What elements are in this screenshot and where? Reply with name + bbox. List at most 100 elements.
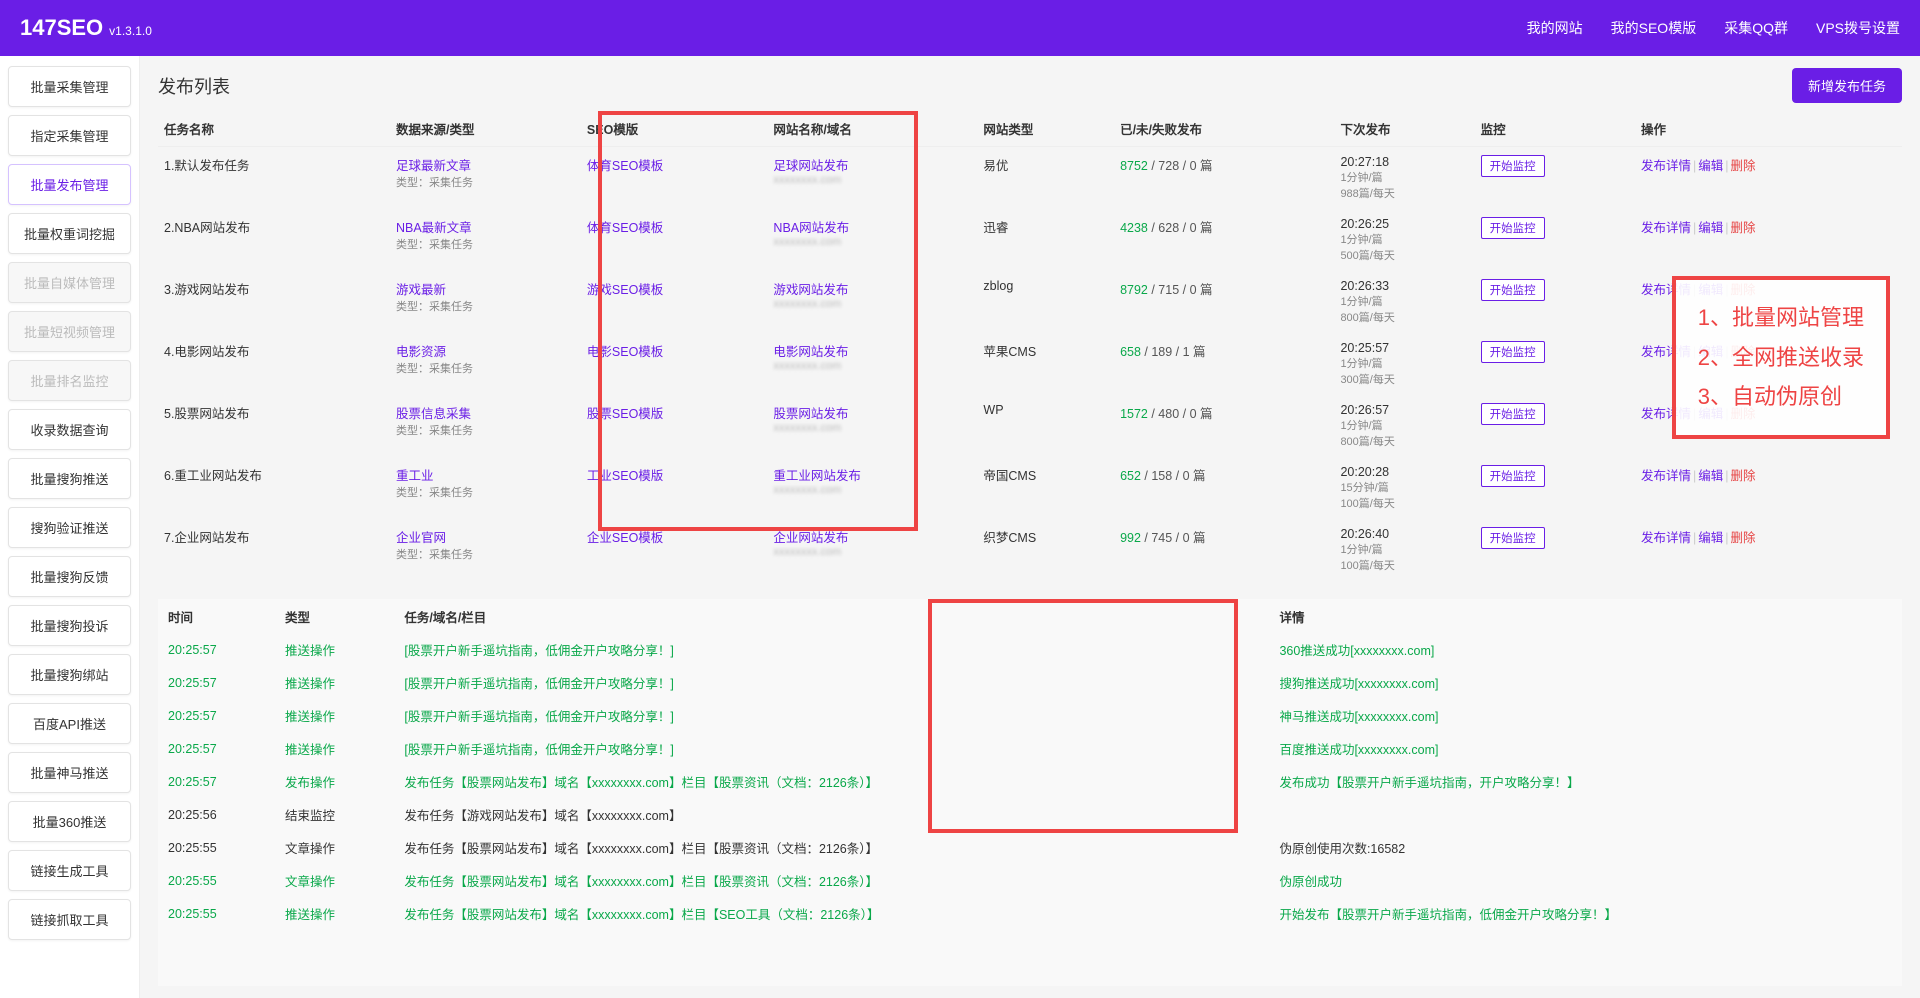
log-detail: 神马推送成功[xxxxxxxx.com] — [1271, 700, 1900, 731]
col-header: 网站类型 — [977, 111, 1114, 147]
detail-link[interactable]: 发布详情 — [1641, 531, 1691, 545]
delete-link[interactable]: 删除 — [1730, 469, 1755, 483]
sidebar-item-7[interactable]: 收录数据查询 — [8, 409, 131, 450]
source-link[interactable]: 足球最新文章 — [396, 155, 575, 174]
log-type: 推送操作 — [277, 898, 394, 929]
new-publish-task-button[interactable]: 新增发布任务 — [1792, 68, 1902, 103]
site-link[interactable]: 足球网站发布 — [773, 155, 971, 174]
edit-link[interactable]: 编辑 — [1698, 469, 1723, 483]
sidebar-item-15[interactable]: 批量360推送 — [8, 801, 131, 842]
monitor-button[interactable]: 开始监控 — [1481, 403, 1545, 425]
seo-template-link[interactable]: 企业SEO模板 — [587, 531, 663, 545]
next-publish: 20:25:571分钟/篇300篇/每天 — [1334, 333, 1474, 395]
next-publish: 20:26:331分钟/篇800篇/每天 — [1334, 271, 1474, 333]
task-name: 2.NBA网站发布 — [158, 209, 390, 271]
source-link[interactable]: 股票信息采集 — [396, 403, 575, 422]
log-detail — [1271, 799, 1900, 830]
nav-link-0[interactable]: 我的网站 — [1527, 18, 1583, 38]
edit-link[interactable]: 编辑 — [1698, 159, 1723, 173]
monitor-button[interactable]: 开始监控 — [1481, 155, 1545, 177]
sidebar-item-3[interactable]: 批量权重词挖掘 — [8, 213, 131, 254]
delete-link[interactable]: 删除 — [1730, 159, 1755, 173]
monitor-button[interactable]: 开始监控 — [1481, 341, 1545, 363]
source-link[interactable]: NBA最新文章 — [396, 217, 575, 236]
site-type: 苹果CMS — [977, 333, 1114, 395]
log-task: 发布任务【游戏网站发布】域名【xxxxxxxx.com】 — [396, 799, 1269, 830]
publish-counts: 4238 / 628 / 0 篇 — [1114, 209, 1334, 271]
annotation-line: 1、批量网站管理 — [1698, 298, 1864, 338]
edit-link[interactable]: 编辑 — [1698, 531, 1723, 545]
seo-template-link[interactable]: 体育SEO模板 — [587, 159, 663, 173]
site-link[interactable]: 股票网站发布 — [773, 403, 971, 422]
detail-link[interactable]: 发布详情 — [1641, 469, 1691, 483]
site-link[interactable]: NBA网站发布 — [773, 217, 971, 236]
monitor-button[interactable]: 开始监控 — [1481, 279, 1545, 301]
source-link[interactable]: 企业官网 — [396, 527, 575, 546]
log-col-header: 任务/域名/栏目 — [396, 601, 1269, 632]
seo-template-link[interactable]: 游戏SEO模板 — [587, 283, 663, 297]
delete-link[interactable]: 删除 — [1730, 221, 1755, 235]
source-link[interactable]: 重工业 — [396, 465, 575, 484]
site-link[interactable]: 重工业网站发布 — [773, 465, 971, 484]
annotation-line: 2、全网推送收录 — [1698, 338, 1864, 378]
edit-link[interactable]: 编辑 — [1698, 221, 1723, 235]
task-name: 6.重工业网站发布 — [158, 457, 390, 519]
detail-link[interactable]: 发布详情 — [1641, 159, 1691, 173]
monitor-button[interactable]: 开始监控 — [1481, 217, 1545, 239]
annotation-line: 3、自动伪原创 — [1698, 377, 1864, 417]
sidebar-item-8[interactable]: 批量搜狗推送 — [8, 458, 131, 499]
log-time: 20:25:57 — [160, 634, 275, 665]
site-link[interactable]: 电影网站发布 — [773, 341, 971, 360]
next-publish: 20:20:2815分钟/篇100篇/每天 — [1334, 457, 1474, 519]
domain: xxxxxxxx.com — [773, 174, 971, 186]
sidebar-item-17[interactable]: 链接抓取工具 — [8, 899, 131, 940]
table-row: 1.默认发布任务足球最新文章类型：采集任务体育SEO模板足球网站发布xxxxxx… — [158, 147, 1902, 210]
site-link[interactable]: 企业网站发布 — [773, 527, 971, 546]
publish-table: 任务名称数据来源/类型SEO模版网站名称/域名网站类型已/未/失败发布下次发布监… — [158, 111, 1902, 581]
seo-template-link[interactable]: 电影SEO模板 — [587, 345, 663, 359]
log-row: 20:25:57发布操作发布任务【股票网站发布】域名【xxxxxxxx.com】… — [160, 766, 1900, 797]
table-row: 2.NBA网站发布NBA最新文章类型：采集任务体育SEO模板NBA网站发布xxx… — [158, 209, 1902, 271]
sidebar-item-14[interactable]: 批量神马推送 — [8, 752, 131, 793]
sidebar-item-2[interactable]: 批量发布管理 — [8, 164, 131, 205]
next-publish: 20:26:251分钟/篇500篇/每天 — [1334, 209, 1474, 271]
log-task: [股票开户新手遥坑指南，低佣金开户攻略分享！] — [396, 700, 1269, 731]
col-header: 下次发布 — [1334, 111, 1474, 147]
publish-counts: 8752 / 728 / 0 篇 — [1114, 147, 1334, 210]
nav-link-1[interactable]: 我的SEO模版 — [1611, 18, 1697, 38]
seo-template-link[interactable]: 体育SEO模板 — [587, 221, 663, 235]
publish-counts: 992 / 745 / 0 篇 — [1114, 519, 1334, 581]
sidebar-item-0[interactable]: 批量采集管理 — [8, 66, 131, 107]
nav-link-2[interactable]: 采集QQ群 — [1724, 18, 1788, 38]
detail-link[interactable]: 发布详情 — [1641, 221, 1691, 235]
log-time: 20:25:56 — [160, 799, 275, 830]
nav-link-3[interactable]: VPS拨号设置 — [1816, 18, 1900, 38]
seo-template-link[interactable]: 工业SEO模版 — [587, 469, 663, 483]
sidebar-item-1[interactable]: 指定采集管理 — [8, 115, 131, 156]
sidebar-item-12[interactable]: 批量搜狗绑站 — [8, 654, 131, 695]
source-link[interactable]: 游戏最新 — [396, 279, 575, 298]
sidebar-item-10[interactable]: 批量搜狗反馈 — [8, 556, 131, 597]
delete-link[interactable]: 删除 — [1730, 531, 1755, 545]
col-header: 操作 — [1635, 111, 1902, 147]
sidebar-item-13[interactable]: 百度API推送 — [8, 703, 131, 744]
top-nav: 我的网站 我的SEO模版 采集QQ群 VPS拨号设置 — [1527, 18, 1900, 38]
seo-template-link[interactable]: 股票SEO模版 — [587, 407, 663, 421]
task-name: 7.企业网站发布 — [158, 519, 390, 581]
log-type: 文章操作 — [277, 832, 394, 863]
source-link[interactable]: 电影资源 — [396, 341, 575, 360]
top-header: 147SEOv1.3.1.0 我的网站我的SEO模版采集QQ群VPS拨号设置 — [0, 0, 1920, 56]
log-detail: 发布成功【股票开户新手遥坑指南，开户攻略分享！】 — [1271, 766, 1900, 797]
page-title: 发布列表 — [158, 73, 230, 99]
log-type: 推送操作 — [277, 634, 394, 665]
monitor-button[interactable]: 开始监控 — [1481, 527, 1545, 549]
source-type: 类型：采集任务 — [396, 484, 575, 500]
sidebar-item-16[interactable]: 链接生成工具 — [8, 850, 131, 891]
publish-counts: 658 / 189 / 1 篇 — [1114, 333, 1334, 395]
sidebar-item-9[interactable]: 搜狗验证推送 — [8, 507, 131, 548]
log-task: 发布任务【股票网站发布】域名【xxxxxxxx.com】栏目【股票资讯（文档：2… — [396, 832, 1269, 863]
site-link[interactable]: 游戏网站发布 — [773, 279, 971, 298]
log-row: 20:25:55文章操作发布任务【股票网站发布】域名【xxxxxxxx.com】… — [160, 865, 1900, 896]
monitor-button[interactable]: 开始监控 — [1481, 465, 1545, 487]
sidebar-item-11[interactable]: 批量搜狗投诉 — [8, 605, 131, 646]
